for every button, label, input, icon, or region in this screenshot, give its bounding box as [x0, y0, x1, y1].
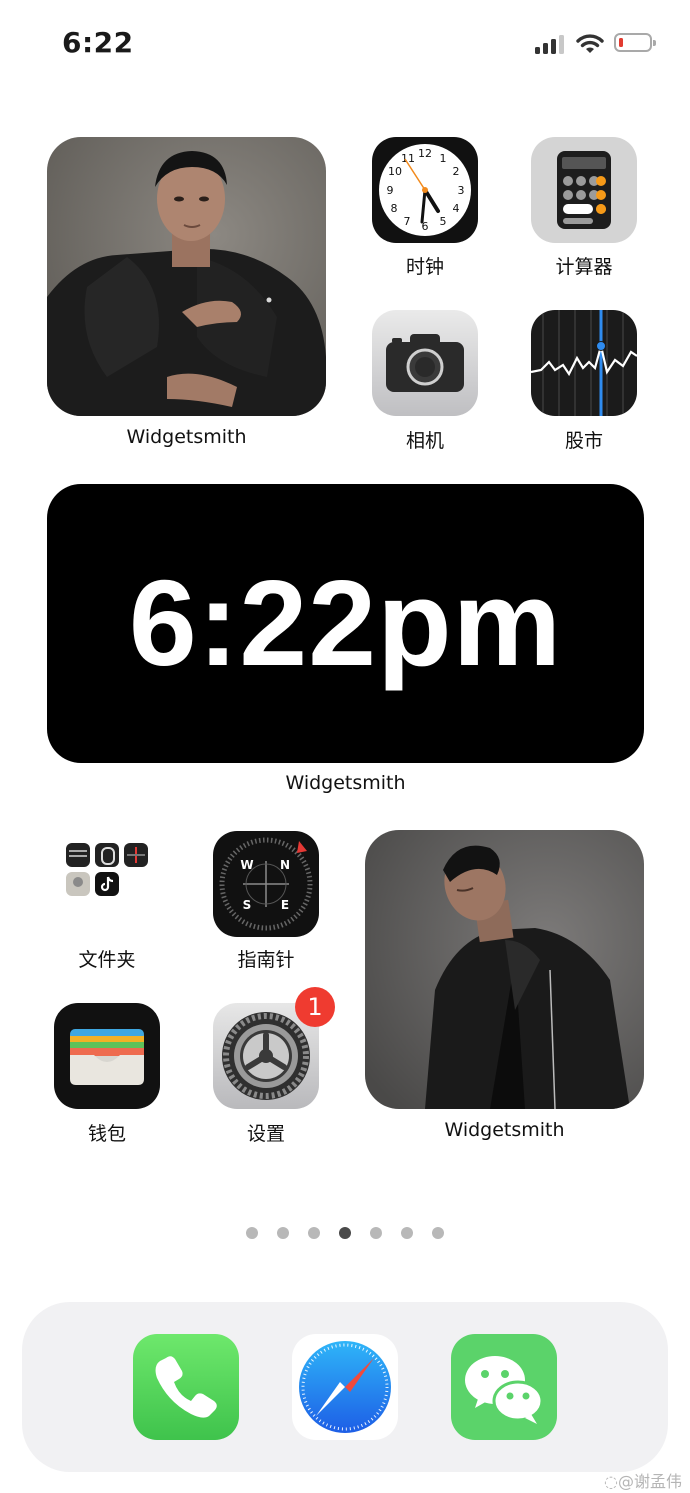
- clock-widget-label: Widgetsmith: [285, 772, 406, 794]
- camera-app-label: 相机: [405, 430, 444, 452]
- weibo-logo-icon: ◌: [604, 1472, 618, 1491]
- camera-app-icon[interactable]: [372, 310, 478, 416]
- wallet-app-icon[interactable]: [54, 1003, 160, 1109]
- settings-badge-count: 1: [307, 993, 323, 1021]
- svg-text:3: 3: [458, 184, 465, 197]
- page-dot[interactable]: [432, 1227, 444, 1239]
- settings-app-label: 设置: [246, 1123, 285, 1145]
- calculator-app-label: 计算器: [555, 256, 613, 278]
- clock-widget[interactable]: 6:22pm: [47, 484, 644, 763]
- wallet-app-label: 钱包: [87, 1123, 126, 1145]
- stocks-chart-icon: [531, 310, 637, 416]
- page-dot[interactable]: [246, 1227, 258, 1239]
- photo-widget-top-label: Widgetsmith: [126, 426, 247, 448]
- calculator-icon: [557, 151, 611, 229]
- stocks-app-label: 股市: [564, 430, 603, 452]
- folder-mini-app-4: [66, 872, 90, 896]
- svg-text:N: N: [280, 858, 290, 872]
- wechat-app-icon[interactable]: [451, 1334, 557, 1440]
- status-bar-time: 6:22: [62, 26, 134, 59]
- compass-app-icon[interactable]: N W S E: [213, 831, 319, 937]
- camera-icon: [386, 334, 464, 392]
- svg-text:7: 7: [404, 215, 411, 228]
- portrait-photo: [47, 137, 326, 416]
- phone-app-icon[interactable]: [133, 1334, 239, 1440]
- page-dot[interactable]: [308, 1227, 320, 1239]
- folder-mini-app-1: [66, 843, 90, 867]
- photo-widget-bottom-label: Widgetsmith: [444, 1119, 565, 1141]
- photo-widget-top[interactable]: [47, 137, 326, 416]
- cellular-signal-icon: [535, 34, 565, 54]
- photo-widget-bottom[interactable]: [365, 830, 644, 1109]
- clock-face-icon: 12 1 2 3 4 5 6 7 8 9 10 11: [379, 144, 471, 236]
- folder-mini-app-2: [95, 843, 119, 867]
- safari-app-icon[interactable]: [292, 1334, 398, 1440]
- svg-text:5: 5: [440, 215, 447, 228]
- compass-icon: N W S E: [219, 837, 313, 931]
- folder-label: 文件夹: [78, 949, 136, 971]
- svg-text:S: S: [243, 898, 252, 912]
- svg-text:1: 1: [440, 152, 447, 165]
- svg-text:8: 8: [391, 202, 398, 215]
- svg-text:9: 9: [387, 184, 394, 197]
- svg-text:12: 12: [418, 147, 432, 160]
- page-dot[interactable]: [277, 1227, 289, 1239]
- svg-text:4: 4: [453, 202, 460, 215]
- svg-text:10: 10: [388, 165, 402, 178]
- battery-icon: [614, 33, 656, 52]
- folder-mini-app-3: [124, 843, 148, 867]
- wechat-bubbles-icon: [465, 1356, 544, 1424]
- watermark-text: @谢孟伟: [617, 1472, 682, 1491]
- folder-icon[interactable]: [54, 831, 160, 937]
- safari-compass-icon: [299, 1341, 391, 1433]
- folder-mini-app-5: [95, 872, 119, 896]
- watermark: ◌@谢孟伟: [604, 1468, 682, 1492]
- wifi-icon: [576, 34, 604, 53]
- clock-widget-time: 6:22pm: [128, 555, 563, 691]
- stocks-app-icon[interactable]: [531, 310, 637, 416]
- clock-app-label: 时钟: [405, 256, 444, 278]
- svg-text:2: 2: [453, 165, 460, 178]
- phone-handset-icon: [155, 1356, 217, 1418]
- clock-app-icon[interactable]: 12 1 2 3 4 5 6 7 8 9 10 11: [372, 137, 478, 243]
- page-dot[interactable]: [401, 1227, 413, 1239]
- portrait-photo: [365, 830, 644, 1109]
- wallet-icon: [70, 1029, 144, 1085]
- svg-text:W: W: [240, 858, 253, 872]
- calculator-app-icon[interactable]: [531, 137, 637, 243]
- page-dot-active[interactable]: [339, 1227, 351, 1239]
- svg-text:E: E: [281, 898, 289, 912]
- page-dot[interactable]: [370, 1227, 382, 1239]
- compass-app-label: 指南针: [237, 949, 295, 971]
- settings-notification-badge: 1: [295, 987, 335, 1027]
